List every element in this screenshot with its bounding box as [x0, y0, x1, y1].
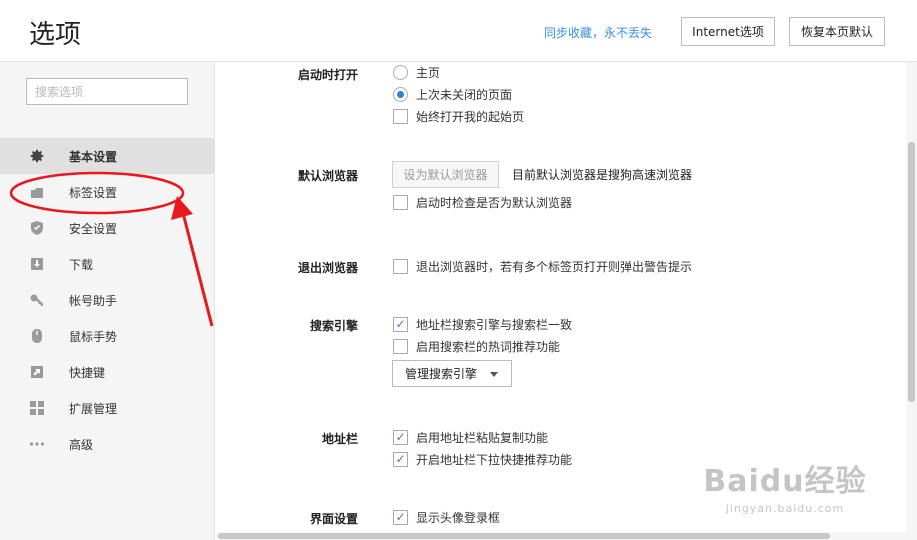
sidebar-item-basic-settings[interactable]: 基本设置: [0, 138, 215, 174]
radio-homepage[interactable]: 主页: [393, 63, 440, 81]
sidebar-item-label: 下载: [69, 257, 94, 272]
sidebar-nav: 基本设置 标签设置 安全设置 下载 帐号助手 鼠标手势 快捷键 扩展管理 高级: [0, 138, 215, 462]
grid-icon: [29, 400, 45, 416]
search-input[interactable]: [26, 78, 188, 105]
checkbox-warn-multiple-tabs[interactable]: 退出浏览器时，若有多个标签页打开则弹出警告提示: [393, 257, 692, 275]
sidebar-item-label: 标签设置: [69, 185, 118, 200]
option-label: 显示头像登录框: [416, 510, 501, 525]
sidebar-item-mouse-gestures[interactable]: 鼠标手势: [0, 318, 215, 354]
checkbox[interactable]: [393, 258, 408, 274]
dropdown-label: 管理搜索引擎: [405, 367, 478, 381]
watermark: Baidu经验 jingyan.baidu.com: [700, 456, 870, 515]
shield-icon: [29, 220, 45, 236]
checkbox[interactable]: [393, 194, 408, 210]
manage-search-engines-dropdown[interactable]: 管理搜索引擎: [392, 360, 512, 387]
section-label-search-engine: 搜索引擎: [309, 319, 358, 333]
checkbox-dropdown-suggestions[interactable]: ✓ 开启地址栏下拉快捷推荐功能: [393, 450, 572, 468]
caret-down-icon: [490, 372, 498, 377]
section-label-ui: 界面设置: [309, 512, 358, 526]
sidebar-item-label: 扩展管理: [69, 401, 118, 416]
option-label: 开启地址栏下拉快捷推荐功能: [416, 452, 573, 467]
option-label: 始终打开我的起始页: [416, 109, 525, 124]
sidebar-item-account-helper[interactable]: 帐号助手: [0, 282, 215, 318]
internet-options-button[interactable]: Internet选项: [681, 17, 775, 46]
restore-defaults-button[interactable]: 恢复本页默认: [789, 17, 885, 46]
page-title: 选项: [29, 20, 82, 50]
option-label: 启用搜索栏的热词推荐功能: [416, 339, 561, 354]
option-label: 启用地址栏粘贴复制功能: [416, 430, 549, 445]
key-icon: [29, 292, 45, 308]
vertical-scrollbar[interactable]: [906, 62, 917, 540]
option-label: 主页: [416, 65, 441, 80]
radio-last-session[interactable]: 上次未关闭的页面: [393, 85, 512, 103]
checkbox[interactable]: [393, 108, 408, 124]
horizontal-scrollbar-thumb[interactable]: [218, 533, 830, 539]
shortcut-arrow-icon: [29, 364, 45, 380]
checkbox-check-default-on-start[interactable]: 启动时检查是否为默认浏览器: [393, 193, 572, 211]
more-dots-icon: [29, 436, 45, 452]
checkbox-checked[interactable]: ✓: [393, 429, 408, 445]
set-default-browser-button[interactable]: 设为默认浏览器: [392, 161, 499, 188]
gear-icon: [29, 148, 45, 164]
section-label-startup: 启动时打开: [297, 68, 358, 82]
sidebar-item-download[interactable]: 下载: [0, 246, 215, 282]
checkbox-checked[interactable]: ✓: [393, 509, 408, 525]
watermark-url: jingyan.baidu.com: [725, 502, 845, 515]
checkbox-paste-copy[interactable]: ✓ 启用地址栏粘贴复制功能: [393, 428, 548, 446]
sidebar-item-advanced[interactable]: 高级: [0, 426, 215, 462]
sidebar-item-label: 帐号助手: [69, 293, 118, 308]
download-icon: [29, 256, 45, 272]
radio-button-selected[interactable]: [393, 86, 408, 102]
horizontal-scrollbar[interactable]: [216, 532, 906, 540]
checkbox-avatar-login[interactable]: ✓ 显示头像登录框: [393, 508, 500, 526]
checkbox-hot-words[interactable]: 启用搜索栏的热词推荐功能: [393, 337, 560, 355]
option-label: 退出浏览器时，若有多个标签页打开则弹出警告提示: [416, 259, 693, 274]
vertical-scrollbar-thumb[interactable]: [908, 142, 915, 402]
checkbox-address-bar-search-sync[interactable]: ✓ 地址栏搜索引擎与搜索栏一致: [393, 315, 572, 333]
sidebar-item-tab-settings[interactable]: 标签设置: [0, 174, 215, 210]
header: 选项 同步收藏，永不丢失 Internet选项 恢复本页默认: [0, 0, 917, 62]
sidebar-item-extensions[interactable]: 扩展管理: [0, 390, 215, 426]
option-label: 地址栏搜索引擎与搜索栏一致: [416, 317, 573, 332]
option-label: 启动时检查是否为默认浏览器: [416, 195, 573, 210]
sidebar-item-label: 高级: [69, 437, 94, 452]
checkbox-checked[interactable]: ✓: [393, 451, 408, 467]
mouse-icon: [29, 328, 45, 344]
tab-icon: [29, 184, 45, 200]
checkbox-checked[interactable]: ✓: [393, 316, 408, 332]
section-label-default-browser: 默认浏览器: [297, 169, 358, 183]
sidebar-item-label: 快捷键: [69, 365, 106, 380]
section-label-address-bar: 地址栏: [321, 432, 358, 446]
sidebar-item-shortcuts[interactable]: 快捷键: [0, 354, 215, 390]
sidebar-item-label: 安全设置: [69, 221, 118, 236]
sidebar-item-security-settings[interactable]: 安全设置: [0, 210, 215, 246]
checkbox[interactable]: [393, 338, 408, 354]
sidebar: 基本设置 标签设置 安全设置 下载 帐号助手: [0, 62, 215, 540]
sidebar-item-label: 基本设置: [69, 149, 118, 164]
radio-button[interactable]: [393, 64, 408, 80]
default-browser-status: 目前默认浏览器是搜狗高速浏览器: [512, 168, 693, 182]
sidebar-item-label: 鼠标手势: [69, 329, 118, 344]
checkbox-open-start-page[interactable]: 始终打开我的起始页: [393, 107, 524, 125]
watermark-logo: Baidu经验: [703, 464, 867, 499]
section-label-exit: 退出浏览器: [297, 261, 358, 275]
sync-link[interactable]: 同步收藏，永不丢失: [544, 24, 652, 41]
option-label: 上次未关闭的页面: [416, 87, 513, 102]
